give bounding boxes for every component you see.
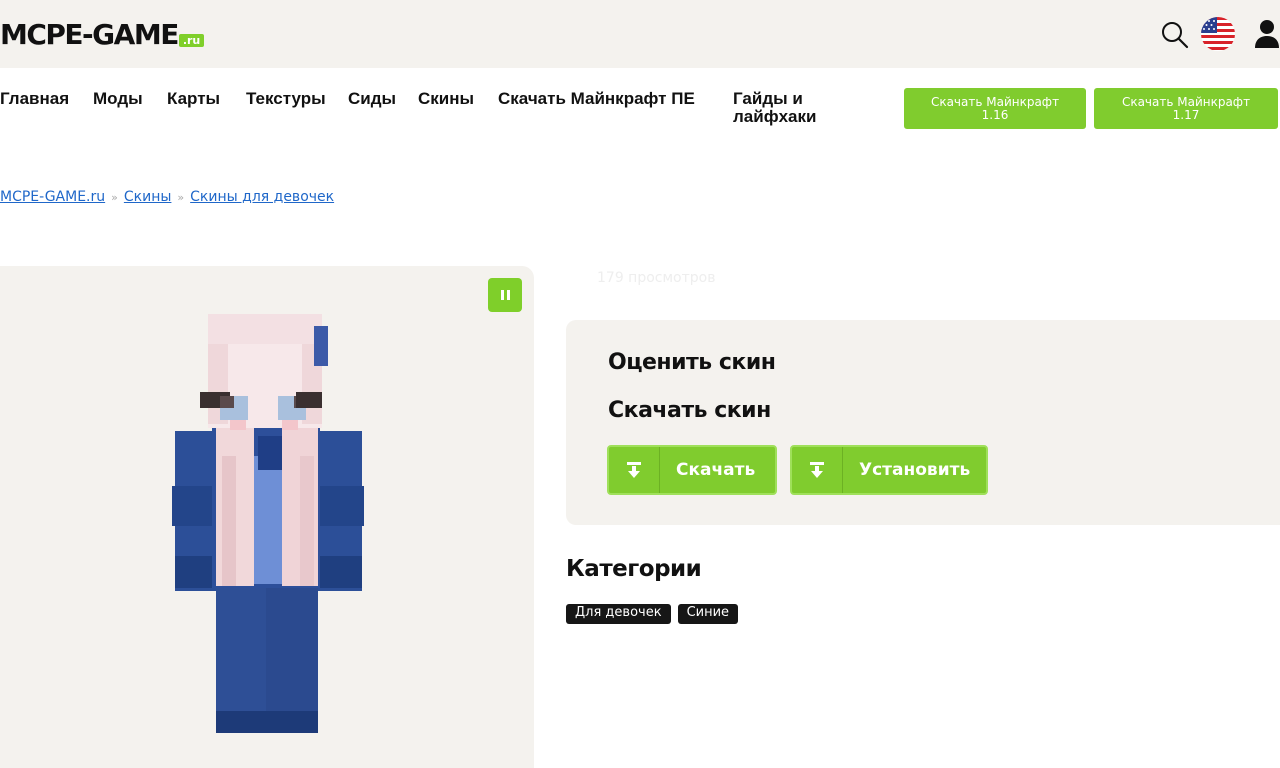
categories-title: Категории (566, 556, 702, 582)
breadcrumb-home[interactable]: MCPE-GAME.ru (0, 189, 105, 205)
user-icon[interactable] (1254, 19, 1280, 53)
install-icon (792, 447, 843, 493)
pause-icon (500, 290, 504, 300)
pause-button[interactable] (488, 278, 522, 312)
breadcrumb-separator: » (111, 190, 118, 204)
nav-item-home[interactable]: Главная (0, 90, 69, 108)
nav-item-textures[interactable]: Текстуры (246, 90, 326, 108)
site-logo[interactable]: MCPE-GAME .ru (0, 18, 205, 51)
rate-download-box: Оценить скин Скачать скин Скачать Устано… (566, 320, 1280, 525)
rate-skin-title: Оценить скин (608, 350, 776, 375)
nav-item-guides[interactable]: Гайды и лайфхаки (733, 90, 843, 126)
nav-item-maps[interactable]: Карты (167, 90, 220, 108)
skin-preview-panel (0, 266, 534, 768)
tag-blue[interactable]: Синие (677, 604, 739, 624)
nav-item-seeds[interactable]: Сиды (348, 90, 396, 108)
breadcrumb-girl-skins[interactable]: Скины для девочек (190, 189, 334, 205)
install-button[interactable]: Установить (790, 445, 988, 495)
us-flag-icon[interactable] (1199, 16, 1237, 56)
breadcrumb: MCPE-GAME.ru » Скины » Скины для девочек (0, 189, 334, 205)
download-button-label: Скачать (676, 460, 756, 480)
nav-item-skins[interactable]: Скины (418, 90, 474, 108)
site-header: MCPE-GAME .ru (0, 0, 1280, 68)
breadcrumb-skins[interactable]: Скины (124, 189, 172, 205)
nav-item-mods[interactable]: Моды (93, 90, 143, 108)
logo-suffix: .ru (178, 34, 205, 47)
main-nav: Главная Моды Карты Текстуры Сиды Скины С… (0, 68, 1280, 148)
nav-item-download-mcpe[interactable]: Скачать Майнкрафт ПЕ (498, 90, 698, 108)
download-button[interactable]: Скачать (607, 445, 777, 495)
install-button-label: Установить (859, 460, 971, 480)
download-1-16-label: Скачать Майнкрафт 1.16 (930, 94, 1060, 122)
download-icon (609, 447, 660, 493)
breadcrumb-separator: » (177, 190, 185, 204)
download-1-17-button[interactable]: Скачать Майнкрафт 1.17 (1094, 88, 1278, 129)
tag-girls[interactable]: Для девочек (566, 604, 671, 624)
download-skin-title: Скачать скин (608, 398, 771, 423)
category-tags: Для девочек Синие (566, 604, 739, 624)
download-1-17-label: Скачать Майнкрафт 1.17 (1121, 94, 1251, 122)
search-icon[interactable] (1160, 20, 1190, 54)
logo-text: MCPE-GAME (0, 18, 179, 51)
views-count: 179 просмотров (597, 270, 716, 286)
skin-3d-preview[interactable] (150, 306, 390, 746)
download-1-16-button[interactable]: Скачать Майнкрафт 1.16 (904, 88, 1086, 129)
